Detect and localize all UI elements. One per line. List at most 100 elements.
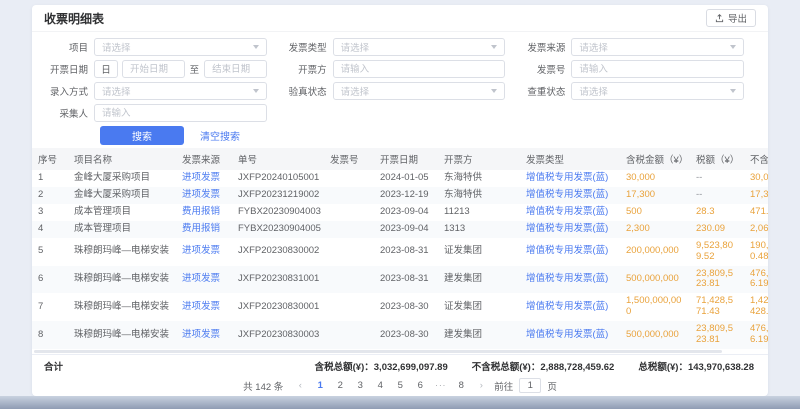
filter-issuer-label: 开票方 xyxy=(281,62,333,76)
date-unit-value: 日 xyxy=(101,62,111,76)
page-button-3[interactable]: 3 xyxy=(353,378,367,393)
cell-type: 增值税专用发票(蓝) xyxy=(520,221,620,238)
goto-page-suffix: 页 xyxy=(547,379,557,393)
cell-amount: 17,300 xyxy=(620,187,690,204)
cell-invoice-no xyxy=(324,204,374,221)
cell-project: 金峰大厦采购项目 xyxy=(68,187,176,204)
invoice-type-select[interactable]: 请选择 xyxy=(333,38,506,56)
chevron-down-icon xyxy=(730,45,736,49)
summary-items: 含税总额(¥)：3,032,699,097.89 不含税总额(¥)：2,888,… xyxy=(315,359,754,373)
page-button-2[interactable]: 2 xyxy=(333,378,347,393)
cell-net: 30,000 xyxy=(744,170,768,187)
chevron-down-icon xyxy=(253,89,259,93)
cell-amount: 200,000,000 xyxy=(620,238,690,266)
filter-project: 项目 请选择 xyxy=(42,38,281,56)
filter-dedup-status-label: 查重状态 xyxy=(519,84,571,98)
cell-tax: 23,809,523.81 xyxy=(690,266,744,294)
filter-collector: 采集人 xyxy=(42,104,281,122)
title-bar: 收票明细表 导出 xyxy=(32,5,768,32)
next-page-button[interactable]: › xyxy=(474,378,488,393)
cell-tax: -- xyxy=(690,187,744,204)
start-date-input[interactable] xyxy=(122,60,185,78)
cell-index: 8 xyxy=(32,321,68,349)
col-header-net: 不含税金额（¥） xyxy=(744,148,768,170)
cell-order-no: JXFP20230831001 xyxy=(232,266,324,294)
clear-search-button[interactable]: 清空搜索 xyxy=(196,126,244,145)
cell-invoice-no xyxy=(324,170,374,187)
cell-index: 2 xyxy=(32,187,68,204)
table-row: 3 成本管理项目 费用报销 FYBX20230904003 2023-09-04… xyxy=(32,204,768,221)
cell-type: 增值税专用发票(蓝) xyxy=(520,321,620,349)
filter-row-3: 录入方式 请选择 验真状态 请选择 查重状态 请选择 xyxy=(42,82,758,100)
col-header-amount: 含税金额（¥） xyxy=(620,148,690,170)
cell-source: 进项发票 xyxy=(176,187,232,204)
goto-page-input[interactable] xyxy=(519,378,541,393)
page-button-last[interactable]: 8 xyxy=(454,378,468,393)
cell-tax: 230.09 xyxy=(690,221,744,238)
cell-net: 190,476,190.48 xyxy=(744,238,768,266)
goto-page-prefix: 前往 xyxy=(494,379,513,393)
pagination-total-count: 共 142 条 xyxy=(243,379,283,393)
cell-order-no: FYBX20230904003 xyxy=(232,204,324,221)
export-button[interactable]: 导出 xyxy=(706,9,756,27)
invoice-no-input[interactable] xyxy=(571,60,744,78)
cell-index: 1 xyxy=(32,170,68,187)
verify-status-select[interactable]: 请选择 xyxy=(333,82,506,100)
cell-invoice-no xyxy=(324,266,374,294)
col-header-project: 项目名称 xyxy=(68,148,176,170)
cell-issuer: 东海特供 xyxy=(438,170,520,187)
cell-amount: 30,000 xyxy=(620,170,690,187)
horizontal-scrollbar[interactable] xyxy=(32,349,768,354)
summary-excl-tax-label: 不含税总额(¥)： xyxy=(472,362,541,373)
summary-incl-tax-value: 3,032,699,097.89 xyxy=(374,362,448,373)
filter-invoice-source: 发票来源 请选择 xyxy=(519,38,758,56)
scrollbar-thumb[interactable] xyxy=(34,350,722,353)
entry-method-select[interactable]: 请选择 xyxy=(94,82,267,100)
cell-project: 珠穆朗玛峰—电梯安装 xyxy=(68,321,176,349)
prev-page-button[interactable]: ‹ xyxy=(293,378,307,393)
page-button-1[interactable]: 1 xyxy=(313,378,327,393)
cell-tax: 23,809,523.81 xyxy=(690,321,744,349)
summary-total-tax-value: 143,970,638.28 xyxy=(688,362,754,373)
cell-amount: 500,000,000 xyxy=(620,266,690,294)
table-row: 8 珠穆朗玛峰—电梯安装 进项发票 JXFP20230830003 2023-0… xyxy=(32,321,768,349)
search-button[interactable]: 搜索 xyxy=(100,126,184,145)
cell-net: 471.7 xyxy=(744,204,768,221)
filter-entry-method-label: 录入方式 xyxy=(42,84,94,98)
page-button-4[interactable]: 4 xyxy=(373,378,387,393)
cell-project: 成本管理项目 xyxy=(68,204,176,221)
cell-project: 珠穆朗玛峰—电梯安装 xyxy=(68,293,176,321)
cell-order-no: JXFP20230830002 xyxy=(232,238,324,266)
export-icon xyxy=(715,14,724,23)
collector-input[interactable] xyxy=(94,104,267,122)
table-row: 7 珠穆朗玛峰—电梯安装 进项发票 JXFP20230830001 2023-0… xyxy=(32,293,768,321)
page-button-6[interactable]: 6 xyxy=(413,378,427,393)
filter-entry-method: 录入方式 请选择 xyxy=(42,82,281,100)
filter-invoice-type: 发票类型 请选择 xyxy=(281,38,520,56)
invoice-source-select[interactable]: 请选择 xyxy=(571,38,744,56)
date-unit-select[interactable]: 日 xyxy=(94,60,118,78)
page-button-5[interactable]: 5 xyxy=(393,378,407,393)
summary-total-tax-label: 总税额(¥)： xyxy=(638,362,688,373)
cell-amount: 500,000,000 xyxy=(620,321,690,349)
filter-invoice-type-label: 发票类型 xyxy=(281,40,333,54)
cell-tax: 28.3 xyxy=(690,204,744,221)
summary-row: 合计 含税总额(¥)：3,032,699,097.89 不含税总额(¥)：2,8… xyxy=(32,354,768,376)
filter-invoice-date-label: 开票日期 xyxy=(42,62,94,76)
more-pages-icon[interactable]: ··· xyxy=(433,378,448,393)
cell-index: 4 xyxy=(32,221,68,238)
cell-date: 2023-09-04 xyxy=(374,221,438,238)
cell-index: 5 xyxy=(32,238,68,266)
issuer-input[interactable] xyxy=(333,60,506,78)
cell-issuer: 证发集团 xyxy=(438,238,520,266)
cell-type: 增值税专用发票(蓝) xyxy=(520,266,620,294)
cell-order-no: JXFP20230830001 xyxy=(232,293,324,321)
dedup-status-select[interactable]: 请选择 xyxy=(571,82,744,100)
cell-net: 2,069.91 xyxy=(744,221,768,238)
cell-project: 成本管理项目 xyxy=(68,221,176,238)
cell-invoice-no xyxy=(324,293,374,321)
project-select[interactable]: 请选择 xyxy=(94,38,267,56)
col-header-index: 序号 xyxy=(32,148,68,170)
end-date-input[interactable] xyxy=(204,60,267,78)
filter-row-4: 采集人 xyxy=(42,104,758,122)
